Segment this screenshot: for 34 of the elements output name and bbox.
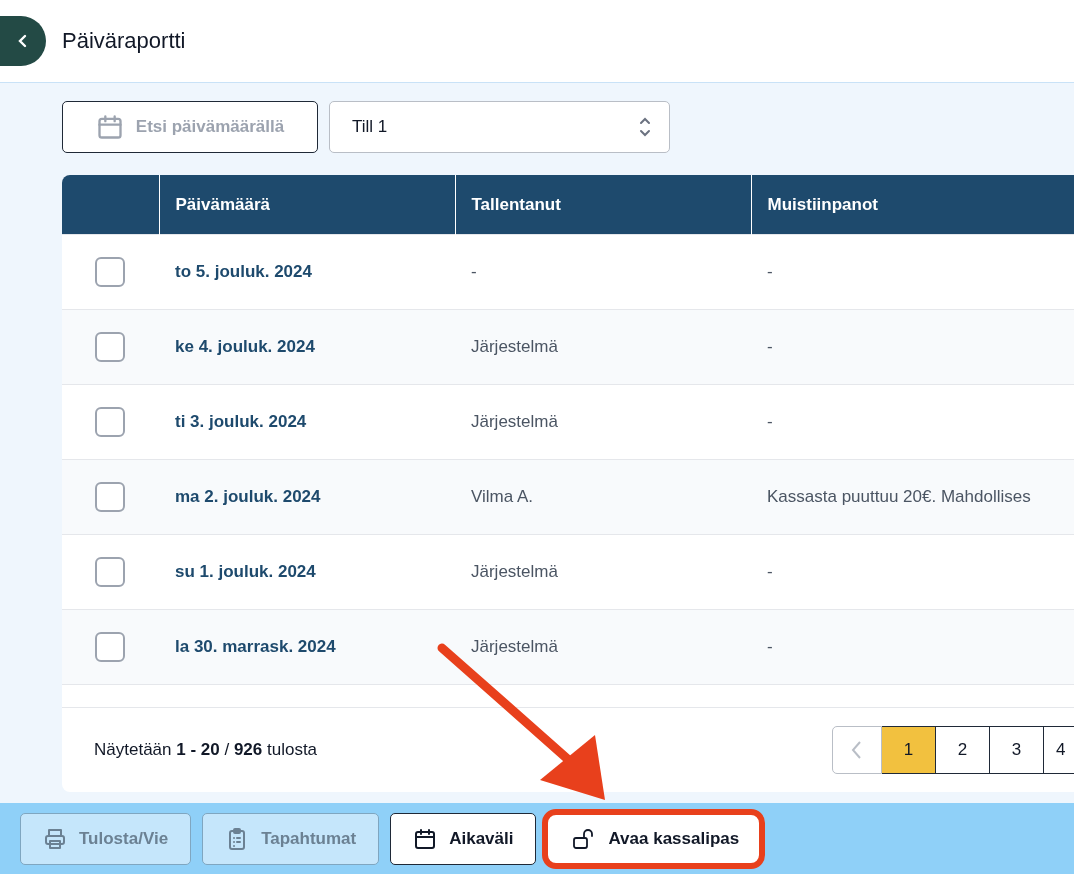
table-cell: -	[751, 309, 1074, 385]
previous-page-button[interactable]	[832, 726, 882, 774]
calendar-icon	[95, 113, 124, 141]
date-link[interactable]: ma 2. jouluk. 2024	[159, 459, 455, 535]
page-title: Päiväraportti	[62, 28, 186, 54]
table-cell: Kassasta puuttuu 20€. Mahdollises	[751, 459, 1074, 535]
date-link[interactable]: ke 4. jouluk. 2024	[159, 309, 455, 385]
toolbar-button[interactable]: Aikaväli	[390, 812, 537, 865]
row-checkbox[interactable]	[95, 332, 125, 362]
row-checkbox[interactable]	[95, 257, 125, 287]
table-cell: -	[751, 609, 1074, 684]
table-cell: Vilma A.	[455, 459, 751, 535]
page-button[interactable]: 4	[1044, 726, 1074, 774]
row-checkbox[interactable]	[95, 632, 125, 662]
register-select[interactable]: Till 1	[329, 101, 670, 153]
table-cell: Järjestelmä	[455, 309, 751, 385]
row-checkbox[interactable]	[95, 557, 125, 587]
page-button[interactable]: 2	[936, 726, 990, 774]
chevron-left-icon	[850, 740, 864, 760]
back-button[interactable]	[0, 16, 46, 66]
column-header[interactable]: Tallentanut	[455, 175, 751, 235]
page-button[interactable]: 1	[882, 726, 936, 774]
row-checkbox[interactable]	[95, 482, 125, 512]
row-checkbox[interactable]	[95, 407, 125, 437]
chevron-up-down-icon	[639, 116, 651, 138]
results-summary: Näytetään 1 - 20 / 926 tulosta	[94, 740, 318, 760]
printer-icon	[43, 826, 67, 851]
toolbar-button[interactable]: Avaa kassalipas	[542, 808, 766, 869]
column-header[interactable]: Päivämäärä	[159, 175, 455, 235]
date-link[interactable]: la 30. marrask. 2024	[159, 609, 455, 684]
calendar-icon	[413, 826, 438, 851]
table-cell: Järjestelmä	[455, 609, 751, 684]
page-button[interactable]: 3	[990, 726, 1044, 774]
column-header[interactable]: Muistiinpanot	[751, 175, 1074, 235]
